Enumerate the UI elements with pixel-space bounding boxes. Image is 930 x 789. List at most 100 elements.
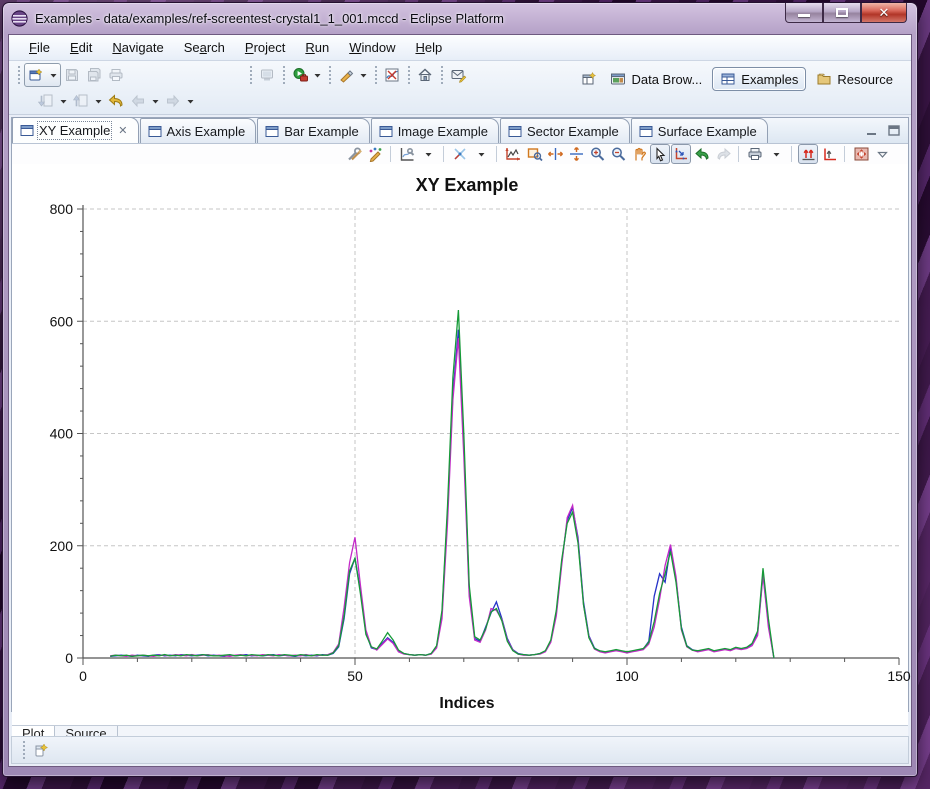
trim-stack-icon[interactable] bbox=[33, 742, 49, 758]
external-tools-button[interactable] bbox=[335, 64, 357, 86]
status-bar bbox=[11, 736, 909, 764]
perspective-resource[interactable]: Resource bbox=[808, 67, 901, 91]
toolbar-drag-handle[interactable] bbox=[15, 66, 22, 84]
editor-tab-icon bbox=[20, 124, 34, 137]
x-axes-button[interactable] bbox=[798, 144, 818, 164]
pointer-button[interactable] bbox=[650, 144, 670, 164]
save-screenshot-button bbox=[256, 64, 278, 86]
editor-tab-label: XY Example bbox=[39, 123, 110, 138]
trace-type-dropdown[interactable] bbox=[418, 144, 438, 164]
svg-text:0: 0 bbox=[79, 668, 87, 684]
menu-window[interactable]: Window bbox=[339, 37, 405, 58]
external-tools-dropdown[interactable] bbox=[357, 64, 370, 86]
fit-vertical-button[interactable] bbox=[566, 144, 586, 164]
svg-text:50: 50 bbox=[347, 668, 363, 684]
editor-area: XY Example ✕ Axis ExampleBar ExampleImage … bbox=[11, 117, 909, 712]
axis-zoom-button[interactable] bbox=[671, 144, 691, 164]
add-annotation-button[interactable] bbox=[365, 144, 385, 164]
maximize-view-button[interactable] bbox=[886, 122, 902, 136]
maximize-button[interactable] bbox=[823, 3, 861, 23]
svg-text:600: 600 bbox=[50, 313, 74, 329]
trace-type-button[interactable] bbox=[397, 144, 417, 164]
home-button[interactable] bbox=[414, 64, 436, 86]
svg-text:100: 100 bbox=[615, 668, 639, 684]
menu-navigate[interactable]: Navigate bbox=[102, 37, 173, 58]
toolbar-drag-handle[interactable] bbox=[372, 66, 379, 84]
toolbar-drag-handle[interactable] bbox=[247, 66, 254, 84]
forward-button bbox=[162, 90, 184, 112]
title-bar[interactable]: Examples - data/examples/ref-screentest-… bbox=[3, 3, 917, 33]
editor-tab-label: Sector Example bbox=[527, 124, 619, 139]
main-toolbar: Data Brow... Examples Resource bbox=[9, 61, 911, 115]
undo-button[interactable] bbox=[692, 144, 712, 164]
toolbar-drag-handle[interactable] bbox=[280, 66, 287, 84]
previous-annotation-dropdown[interactable] bbox=[92, 90, 105, 112]
menu-help[interactable]: Help bbox=[405, 37, 452, 58]
perspective-label: Data Brow... bbox=[631, 72, 702, 87]
print-plot-dropdown[interactable] bbox=[766, 144, 786, 164]
run-button[interactable] bbox=[289, 64, 311, 86]
editor-tab-icon bbox=[639, 125, 653, 138]
svg-text:150: 150 bbox=[887, 668, 911, 684]
toolbar-drag-handle[interactable] bbox=[326, 66, 333, 84]
new-wizard-button[interactable] bbox=[25, 64, 47, 86]
reset-axes-button[interactable] bbox=[851, 144, 871, 164]
eclipse-logo-icon bbox=[11, 10, 28, 27]
perspective-label: Resource bbox=[837, 72, 893, 87]
editor-tab-bar-example[interactable]: Bar Example bbox=[257, 118, 369, 143]
perspective-data-brow[interactable]: Data Brow... bbox=[602, 67, 710, 91]
zoom-rect-button[interactable] bbox=[524, 144, 544, 164]
fit-horizontal-button[interactable] bbox=[545, 144, 565, 164]
editor-tab-label: Surface Example bbox=[658, 124, 757, 139]
toolbar-drag-handle[interactable] bbox=[438, 66, 445, 84]
persp-table-icon bbox=[720, 71, 736, 87]
open-perspective-button[interactable] bbox=[578, 68, 600, 90]
minimize-button[interactable] bbox=[785, 3, 823, 23]
statusbar-drag-handle[interactable] bbox=[20, 741, 27, 759]
editor-tab-axis-example[interactable]: Axis Example bbox=[140, 118, 257, 143]
new-task-button[interactable] bbox=[447, 64, 469, 86]
back-dropdown[interactable] bbox=[149, 90, 162, 112]
editor-tab-icon bbox=[148, 125, 162, 138]
menu-run[interactable]: Run bbox=[295, 37, 339, 58]
zoom-in-button[interactable] bbox=[587, 144, 607, 164]
new-wizard-dropdown[interactable] bbox=[47, 64, 60, 86]
plot-toolbar bbox=[12, 144, 908, 164]
editor-tab-icon bbox=[265, 125, 279, 138]
zoom-out-button[interactable] bbox=[608, 144, 628, 164]
toolbar-drag-handle[interactable] bbox=[405, 66, 412, 84]
close-tab-icon[interactable]: ✕ bbox=[118, 124, 127, 137]
region-tools-button[interactable] bbox=[450, 144, 470, 164]
save-all-button bbox=[83, 64, 105, 86]
view-menu-button[interactable] bbox=[872, 144, 892, 164]
menu-edit[interactable]: Edit bbox=[60, 37, 102, 58]
print-plot-button[interactable] bbox=[745, 144, 765, 164]
menu-search[interactable]: Search bbox=[174, 37, 235, 58]
persp-image-icon bbox=[610, 71, 626, 87]
editor-tab-sector-example[interactable]: Sector Example bbox=[500, 118, 630, 143]
editor-tab-surface-example[interactable]: Surface Example bbox=[631, 118, 768, 143]
xy-plot-canvas[interactable]: XY Example0501001500200400600800Indices bbox=[12, 164, 908, 725]
previous-annotation-button bbox=[70, 90, 92, 112]
svg-text:800: 800 bbox=[50, 201, 74, 217]
perspective-bar: Data Brow... Examples Resource bbox=[578, 67, 901, 91]
run-dropdown[interactable] bbox=[311, 64, 324, 86]
region-tools-dropdown[interactable] bbox=[471, 144, 491, 164]
editor-tab-xy-example[interactable]: XY Example ✕ bbox=[12, 117, 139, 143]
save-button bbox=[61, 64, 83, 86]
perspective-examples[interactable]: Examples bbox=[712, 67, 806, 91]
next-annotation-dropdown[interactable] bbox=[57, 90, 70, 112]
editor-tab-image-example[interactable]: Image Example bbox=[371, 118, 499, 143]
close-button[interactable]: ✕ bbox=[861, 3, 907, 23]
menu-file[interactable]: File bbox=[19, 37, 60, 58]
minimize-view-button[interactable] bbox=[864, 122, 880, 136]
autoscale-button[interactable] bbox=[503, 144, 523, 164]
open-plot-view-button[interactable] bbox=[381, 64, 403, 86]
configure-graph-settings-button[interactable] bbox=[344, 144, 364, 164]
menu-project[interactable]: Project bbox=[235, 37, 295, 58]
pan-button[interactable] bbox=[629, 144, 649, 164]
forward-dropdown[interactable] bbox=[184, 90, 197, 112]
last-edit-location-button[interactable] bbox=[105, 90, 127, 112]
y-axes-button[interactable] bbox=[819, 144, 839, 164]
editor-tab-icon bbox=[508, 125, 522, 138]
